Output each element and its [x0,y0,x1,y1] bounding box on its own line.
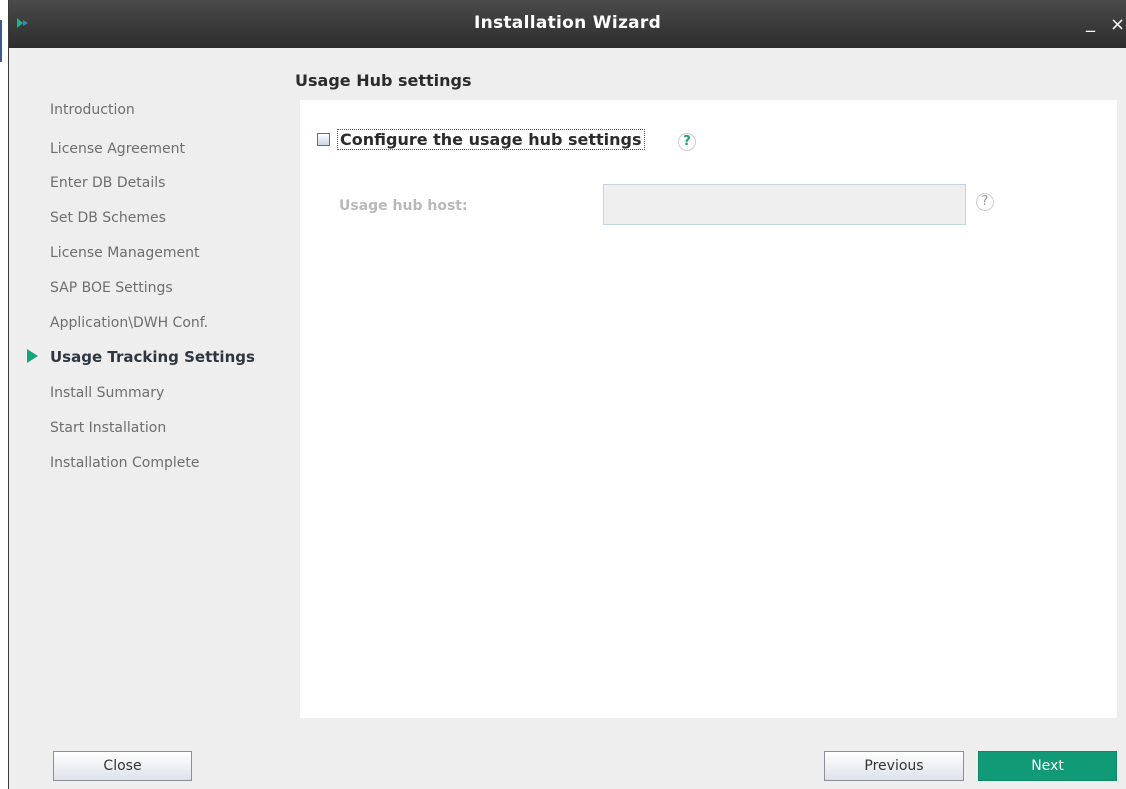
step-usage-tracking-settings: Usage Tracking Settings [50,348,255,366]
step-set-db-schemes: Set DB Schemes [50,210,166,226]
minimize-button[interactable]: _ [1086,12,1095,33]
step-license-management: License Management [50,245,200,261]
step-start-installation: Start Installation [50,420,167,436]
title-bar[interactable]: Installation Wizard _ × [9,0,1126,48]
usage-hub-host-label: Usage hub host: [339,198,468,214]
usage-hub-host-input[interactable] [603,184,966,225]
step-enter-db-details: Enter DB Details [50,175,166,191]
next-button[interactable]: Next [978,751,1117,781]
step-introduction: Introduction [50,102,135,118]
settings-panel: Configure the usage hub settings ? Usage… [300,100,1117,718]
configure-usage-hub-checkbox[interactable] [317,133,330,146]
background-window-edge [0,20,2,62]
help-question-icon[interactable]: ? [678,133,696,151]
previous-button[interactable]: Previous [824,751,964,781]
page-title: Usage Hub settings [295,71,472,90]
play-arrow-icon [27,349,38,363]
close-button[interactable]: Close [53,751,192,781]
window-close-button[interactable]: × [1110,14,1125,35]
step-application-dwh-conf: Application\DWH Conf. [50,315,209,331]
window-title: Installation Wizard [473,13,662,33]
step-installation-complete: Installation Complete [50,455,200,471]
step-sap-boe-settings: SAP BOE Settings [50,280,173,296]
configure-usage-hub-label[interactable]: Configure the usage hub settings [337,129,645,150]
installation-wizard-window: Installation Wizard _ × Usage Hub settin… [8,0,1126,789]
step-license-agreement: License Agreement [50,141,185,157]
host-help-question-icon[interactable]: ? [976,193,994,211]
step-install-summary: Install Summary [50,385,165,401]
